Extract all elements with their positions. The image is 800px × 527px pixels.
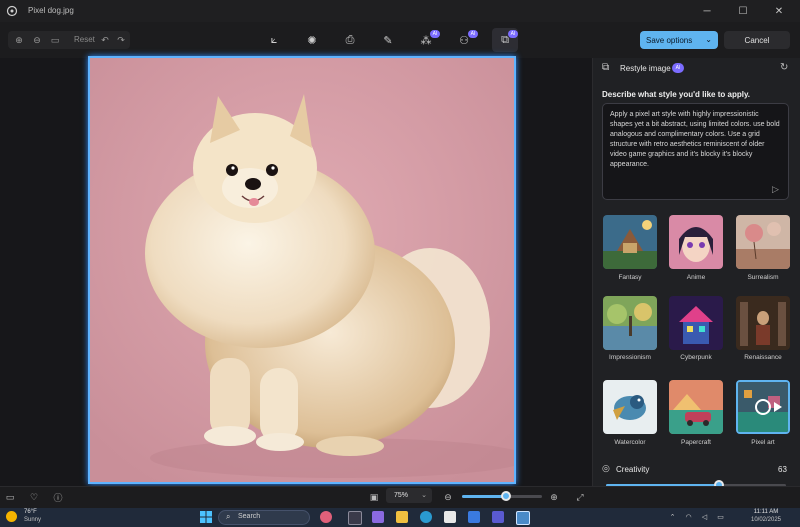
search-icon: ⌕ — [226, 512, 231, 521]
zoom-slider-fill — [462, 495, 506, 498]
window-title: Pixel dog.jpg — [28, 6, 74, 15]
full-screen-icon[interactable]: ⤢ — [574, 491, 586, 503]
pixel-art-thumbnail — [738, 382, 788, 432]
taskbar-search-box[interactable] — [218, 510, 310, 525]
send-icon[interactable]: ▷ — [772, 184, 782, 194]
style-card-impressionism[interactable] — [603, 296, 657, 350]
photo-image[interactable] — [88, 56, 516, 484]
watercolor-thumbnail — [603, 380, 657, 434]
photos-taskbar-icon[interactable] — [516, 511, 530, 525]
style-label: Papercraft — [681, 439, 711, 446]
refresh-icon[interactable]: ↻ — [780, 62, 792, 74]
battery-icon[interactable]: ▭ — [716, 512, 725, 521]
zoom-slider-thumb[interactable] — [501, 491, 511, 501]
fit-to-window-icon[interactable]: ▭ — [48, 34, 62, 46]
creativity-value: 63 — [778, 465, 787, 474]
zoom-out-icon[interactable]: ⊖ — [30, 34, 44, 46]
surrealism-thumbnail — [736, 215, 790, 269]
style-label: Cyberpunk — [680, 354, 712, 361]
style-card-fantasy[interactable] — [603, 215, 657, 269]
zoom-out-icon[interactable]: ⊖ — [442, 491, 454, 503]
windows-start-icon[interactable] — [200, 511, 212, 523]
title-bar — [0, 0, 800, 22]
ai-badge: AI — [468, 30, 478, 38]
style-prompt-text[interactable]: Apply a pixel art style with highly impr… — [610, 110, 780, 170]
photos-app-icon — [6, 5, 18, 17]
reset-button[interactable]: Reset — [74, 35, 95, 44]
style-card-papercraft[interactable] — [669, 380, 723, 434]
save-options-button[interactable]: Save options ⌄ — [640, 31, 718, 49]
outlook-icon[interactable] — [468, 511, 480, 523]
ai-badge: AI — [430, 30, 440, 38]
copilot-icon[interactable] — [372, 511, 384, 523]
zoom-in-icon[interactable]: ⊕ — [548, 491, 560, 503]
sun-icon[interactable] — [6, 511, 17, 522]
clock-time[interactable]: 11:11 AM — [744, 509, 788, 515]
save-options-label: Save options — [646, 35, 693, 45]
wifi-icon[interactable]: ◠ — [684, 512, 693, 521]
redo-icon[interactable]: ↷ — [114, 34, 128, 46]
style-card-watercolor[interactable] — [603, 380, 657, 434]
weather-condition: Sunny — [24, 517, 42, 523]
zoom-level-value: 75% — [394, 492, 409, 499]
creativity-label: Creativity — [616, 465, 650, 474]
chevron-down-icon: ⌄ — [421, 492, 427, 499]
store-icon[interactable] — [444, 511, 456, 523]
info-icon[interactable]: ⓘ — [52, 491, 64, 503]
ai-badge: AI — [508, 30, 518, 38]
fit-view-icon[interactable]: ▣ — [368, 491, 380, 503]
zoom-in-icon[interactable]: ⊕ — [12, 34, 26, 46]
style-card-renaissance[interactable] — [736, 296, 790, 350]
fantasy-thumbnail — [603, 215, 657, 269]
markup-icon[interactable]: ✎ — [380, 32, 396, 48]
creativity-icon: ◎ — [602, 463, 610, 473]
weather-temperature: 76°F — [24, 509, 37, 515]
style-card-pixel-art[interactable] — [736, 380, 790, 434]
crop-icon[interactable]: ⟀ — [266, 32, 282, 48]
style-card-anime[interactable] — [669, 215, 723, 269]
teams-icon[interactable] — [492, 511, 504, 523]
style-label: Anime — [686, 274, 706, 281]
impressionism-thumbnail — [603, 296, 657, 350]
adjust-icon[interactable]: ✺ — [304, 32, 320, 48]
minimize-icon[interactable]: ─ — [690, 2, 724, 20]
clock-date[interactable]: 10/02/2025 — [744, 517, 788, 523]
cyberpunk-thumbnail — [669, 296, 723, 350]
volume-icon[interactable]: ◁ — [700, 512, 709, 521]
anime-thumbnail — [669, 215, 723, 269]
file-explorer-icon[interactable] — [396, 511, 408, 523]
edge-browser-icon[interactable] — [420, 511, 432, 523]
copilot-app-icon[interactable] — [320, 511, 332, 523]
undo-icon[interactable]: ↶ — [98, 34, 112, 46]
prompt-label: Describe what style you'd like to apply. — [602, 90, 751, 99]
panel-title: Restyle image — [620, 64, 671, 73]
cancel-button[interactable]: Cancel — [724, 31, 790, 49]
chevron-down-icon: ⌄ — [705, 35, 712, 44]
close-icon[interactable]: ✕ — [762, 2, 796, 20]
pomeranian-dog-illustration — [90, 58, 514, 482]
style-label: Surrealism — [747, 274, 779, 281]
maximize-icon[interactable]: ☐ — [726, 2, 760, 20]
taskbar-search-label: Search — [238, 513, 261, 520]
style-label: Fantasy — [618, 274, 642, 281]
chevron-up-icon[interactable]: ⌃ — [668, 512, 677, 521]
filter-icon[interactable]: ⎙ — [342, 32, 358, 48]
restyle-icon: ⧉ — [602, 62, 610, 73]
style-label: Impressionism — [609, 354, 651, 361]
filmstrip-icon[interactable]: ▭ — [4, 491, 16, 503]
style-card-surrealism[interactable] — [736, 215, 790, 269]
style-label: Pixel art — [751, 439, 775, 446]
style-label: Watercolor — [614, 439, 646, 446]
ai-badge: AI — [672, 63, 684, 73]
favorite-icon[interactable]: ♡ — [28, 491, 40, 503]
style-label: Renaissance — [744, 354, 782, 361]
papercraft-thumbnail — [669, 380, 723, 434]
renaissance-thumbnail — [736, 296, 790, 350]
style-card-cyberpunk[interactable] — [669, 296, 723, 350]
task-view-icon[interactable] — [348, 511, 362, 525]
zoom-level-select[interactable]: 75% ⌄ — [386, 488, 432, 503]
